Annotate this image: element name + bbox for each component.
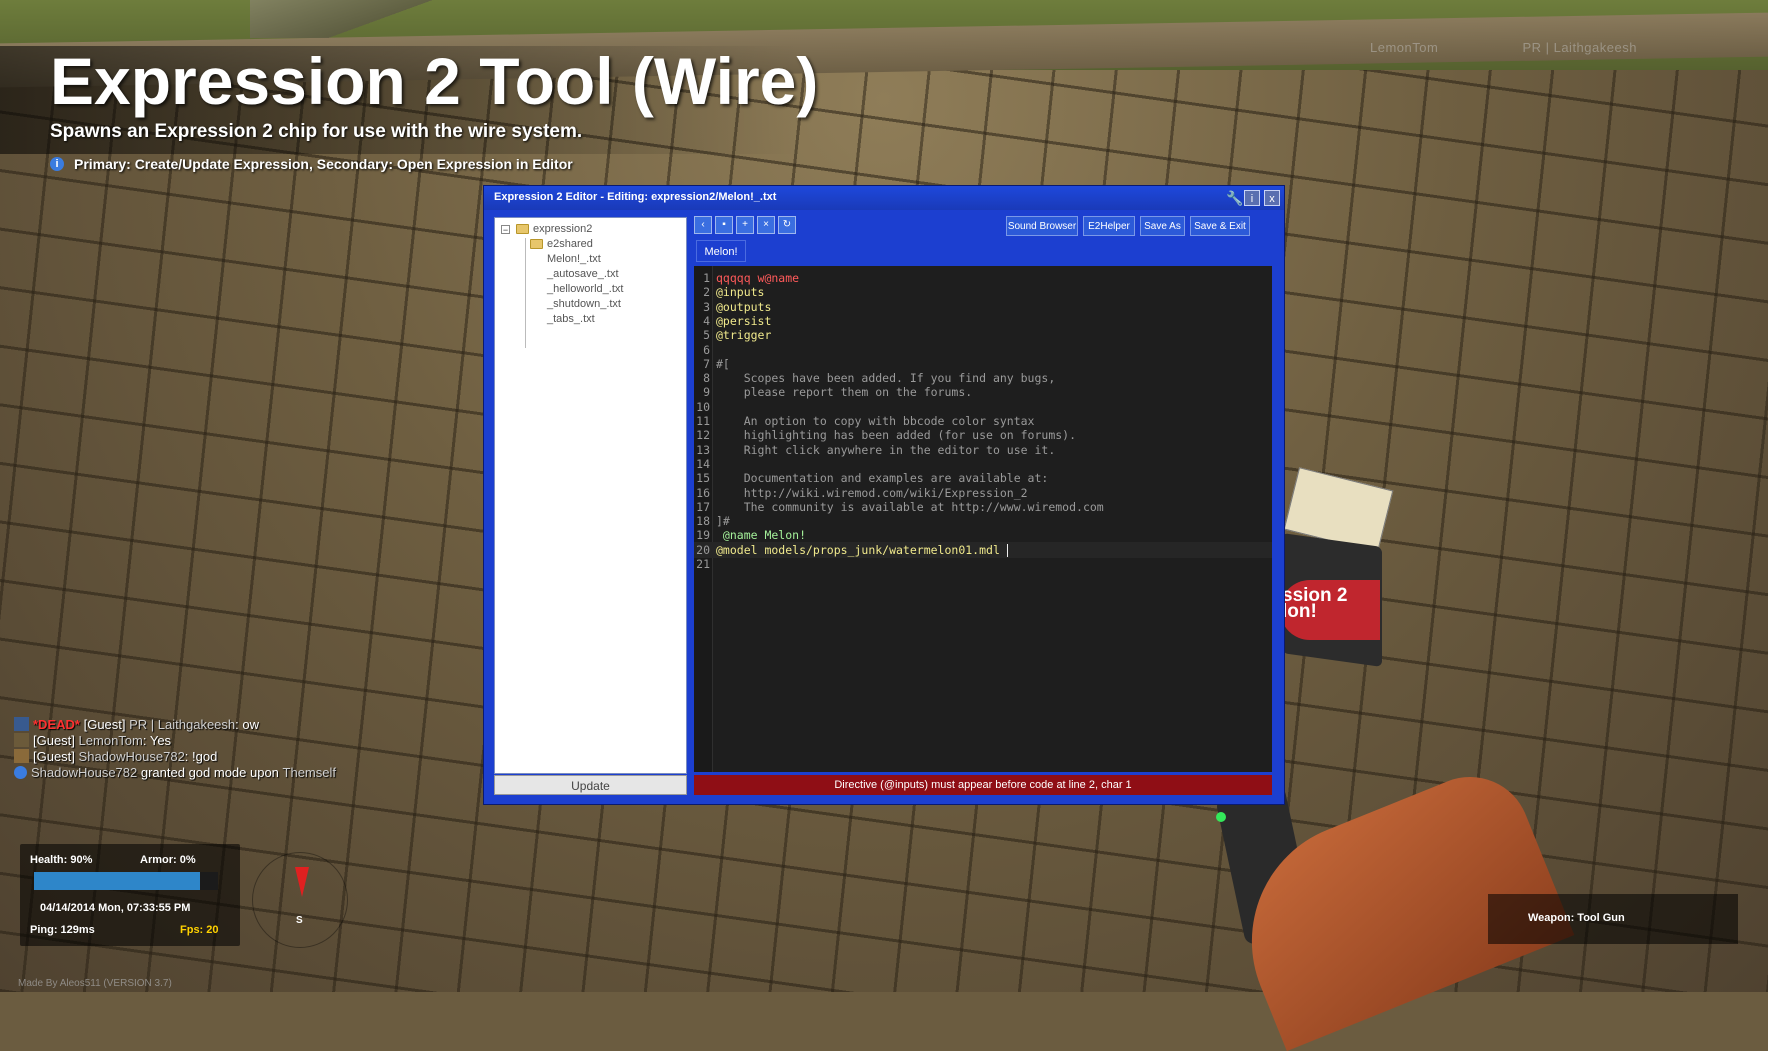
- weapon-label: Weapon: Tool Gun: [1528, 912, 1625, 924]
- tree-file[interactable]: _helloworld_.txt: [547, 281, 623, 297]
- player-name: PR | Laithgakeesh: [129, 716, 236, 732]
- chat-line: [Guest] LemonTom : Yes: [14, 732, 434, 748]
- player-name: LemonTom: [78, 732, 143, 748]
- tree-file[interactable]: _shutdown_.txt: [547, 296, 621, 312]
- code-editor[interactable]: 1 qqqqq w@name 2 @inputs 3 @outputs 4 @persist 5…: [694, 266, 1272, 772]
- sound-browser-button[interactable]: Sound Browser: [1006, 216, 1078, 236]
- tree-item-label: _helloworld_.txt: [547, 283, 624, 295]
- rank-tag: [Guest]: [33, 748, 75, 764]
- player-name-tag: PR | Laithgakeesh: [1522, 40, 1637, 55]
- compass: S: [252, 852, 348, 948]
- player-name: ShadowHouse782: [78, 748, 185, 764]
- tool-hint: Primary: Create/Update Expression, Secon…: [74, 156, 573, 172]
- tool-description: Spawns an Expression 2 chip for use with…: [50, 121, 583, 142]
- hud-credit: Made By Aleos511 (VERSION 3.7): [18, 978, 172, 989]
- compass-arrow-icon: [295, 867, 309, 897]
- tree-item-label: _tabs_.txt: [547, 313, 595, 325]
- tree-item-label: Melon!_.txt: [547, 253, 601, 265]
- tool-gun-light: [1216, 812, 1226, 822]
- editor-titlebar[interactable]: Expression 2 Editor - Editing: expressio…: [484, 186, 1284, 210]
- fps-label: Fps: 20: [180, 924, 219, 936]
- info-icon: i: [50, 157, 64, 171]
- tree-item-label: expression2: [533, 223, 593, 235]
- info-button[interactable]: i: [1244, 190, 1260, 206]
- tree-file[interactable]: Melon!_.txt: [547, 251, 601, 267]
- health-label: Health: 90%: [30, 854, 93, 866]
- tree-item-label: _shutdown_.txt: [547, 298, 621, 310]
- save-as-button[interactable]: Save As: [1140, 216, 1185, 236]
- chat-message: : !god: [184, 748, 218, 764]
- save-and-exit-button[interactable]: Save & Exit: [1190, 216, 1250, 236]
- tree-prop: [250, 0, 450, 38]
- e2-editor-window: Expression 2 Editor - Editing: expressio…: [484, 186, 1284, 804]
- weapon-panel: Weapon: Tool Gun: [1488, 894, 1738, 944]
- e2-chip-label: ssion 2 lon!: [1282, 585, 1348, 622]
- tab-melon[interactable]: Melon!: [696, 240, 746, 262]
- rank-tag: [Guest]: [33, 732, 75, 748]
- tree-file[interactable]: _tabs_.txt: [547, 311, 595, 327]
- collapse-icon[interactable]: −: [501, 224, 510, 234]
- e2helper-button[interactable]: E2Helper: [1083, 216, 1135, 236]
- line-number: 21: [696, 557, 710, 571]
- chat-line: [Guest] ShadowHouse782 : !god: [14, 748, 434, 764]
- avatar: [14, 717, 29, 731]
- update-button[interactable]: Update: [494, 775, 687, 795]
- chat-message: : Yes: [142, 732, 172, 748]
- close-tab-icon[interactable]: ×: [757, 216, 775, 234]
- armor-label: Armor: 0%: [140, 854, 196, 866]
- player-name: ShadowHouse782: [31, 764, 138, 780]
- tree-file[interactable]: _autosave_.txt: [547, 266, 619, 282]
- folder-icon: [516, 224, 529, 234]
- ping-label: Ping: 129ms: [30, 924, 95, 936]
- avatar: [14, 733, 29, 747]
- fps-value: 20: [206, 924, 219, 936]
- file-browser-tree[interactable]: − expression2 e2shared Melon!_.txt _auto…: [494, 217, 687, 774]
- wrench-icon[interactable]: 🔧: [1226, 190, 1243, 206]
- distant-player-names: LemonTom PR | Laithgakeesh: [1370, 40, 1717, 55]
- code-line: 21: [694, 556, 1272, 572]
- folder-icon: [530, 239, 543, 249]
- tool-hint-row: i Primary: Create/Update Expression, Sec…: [50, 154, 573, 174]
- info-icon: [14, 765, 27, 779]
- chat-line: ShadowHouse782 granted god mode upon The…: [14, 764, 434, 780]
- avatar: [14, 749, 29, 763]
- tool-title: Expression 2 Tool (Wire): [50, 44, 819, 118]
- fps-caption: Fps:: [180, 924, 204, 936]
- target-name: Themself: [282, 764, 336, 780]
- reload-icon[interactable]: ↻: [778, 216, 796, 234]
- compass-direction: S: [296, 915, 303, 926]
- datetime: 04/14/2014 Mon, 07:33:55 PM: [40, 902, 191, 914]
- tree-folder-e2shared[interactable]: e2shared: [530, 236, 593, 252]
- editor-title: Expression 2 Editor - Editing: expressio…: [494, 191, 777, 203]
- chat-line: *DEAD* [Guest] PR | Laithgakeesh : ow: [14, 716, 434, 732]
- save-icon[interactable]: ▪: [715, 216, 733, 234]
- health-bar: [34, 872, 218, 890]
- chat-message: : ow: [235, 716, 259, 732]
- rank-tag: [Guest]: [83, 716, 126, 732]
- text-cursor: [1006, 543, 1008, 557]
- dead-tag: *DEAD*: [33, 716, 80, 732]
- tree-item-label: e2shared: [547, 238, 593, 250]
- new-file-icon[interactable]: +: [736, 216, 754, 234]
- chat-log: *DEAD* [Guest] PR | Laithgakeesh : ow [G…: [14, 716, 434, 780]
- tree-root-folder[interactable]: − expression2: [501, 221, 592, 237]
- editor-toolbar: ‹ ▪ + × ↻ Sound Browser E2Helper Save As…: [694, 216, 1272, 238]
- close-button[interactable]: x: [1264, 190, 1280, 206]
- error-status-bar: Directive (@inputs) must appear before c…: [694, 775, 1272, 795]
- browser-toggle-icon[interactable]: ‹: [694, 216, 712, 234]
- chat-message: granted god mode upon: [137, 764, 283, 780]
- player-name-tag: LemonTom: [1370, 40, 1439, 55]
- player-hud: Health: 90% Armor: 0% 04/14/2014 Mon, 07…: [20, 844, 240, 946]
- tree-connector-line: [525, 238, 526, 348]
- tree-item-label: _autosave_.txt: [547, 268, 619, 280]
- health-bar-fill: [34, 872, 200, 890]
